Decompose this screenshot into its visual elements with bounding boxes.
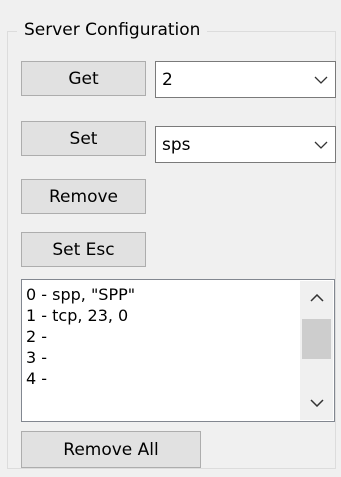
set-combo[interactable]: sps [155, 126, 336, 163]
server-list[interactable]: 0 - spp, "SPP" 1 - tcp, 23, 0 2 - 3 - 4 … [21, 279, 335, 422]
set-combo-value: sps [162, 134, 191, 155]
group-title: Server Configuration [17, 18, 208, 43]
get-combo-value: 2 [162, 69, 173, 90]
list-item[interactable]: 4 - [26, 368, 297, 389]
get-button[interactable]: Get [21, 61, 146, 96]
vertical-scrollbar[interactable] [300, 281, 333, 420]
set-esc-button[interactable]: Set Esc [21, 232, 146, 267]
server-configuration-panel: Server Configuration Get 2 Set sps Remov… [0, 0, 341, 477]
list-item[interactable]: 1 - tcp, 23, 0 [26, 305, 297, 326]
server-list-items: 0 - spp, "SPP" 1 - tcp, 23, 0 2 - 3 - 4 … [26, 284, 297, 389]
remove-all-button[interactable]: Remove All [21, 431, 201, 468]
get-combo[interactable]: 2 [155, 61, 336, 98]
scroll-down-arrow-icon[interactable] [300, 386, 333, 420]
set-button[interactable]: Set [21, 121, 146, 156]
chevron-down-icon[interactable] [307, 127, 335, 162]
list-item[interactable]: 3 - [26, 347, 297, 368]
scrollbar-thumb[interactable] [302, 319, 331, 359]
chevron-down-icon[interactable] [307, 62, 335, 97]
remove-button[interactable]: Remove [21, 179, 146, 214]
list-item[interactable]: 0 - spp, "SPP" [26, 284, 297, 305]
list-item[interactable]: 2 - [26, 326, 297, 347]
scroll-up-arrow-icon[interactable] [300, 281, 333, 315]
